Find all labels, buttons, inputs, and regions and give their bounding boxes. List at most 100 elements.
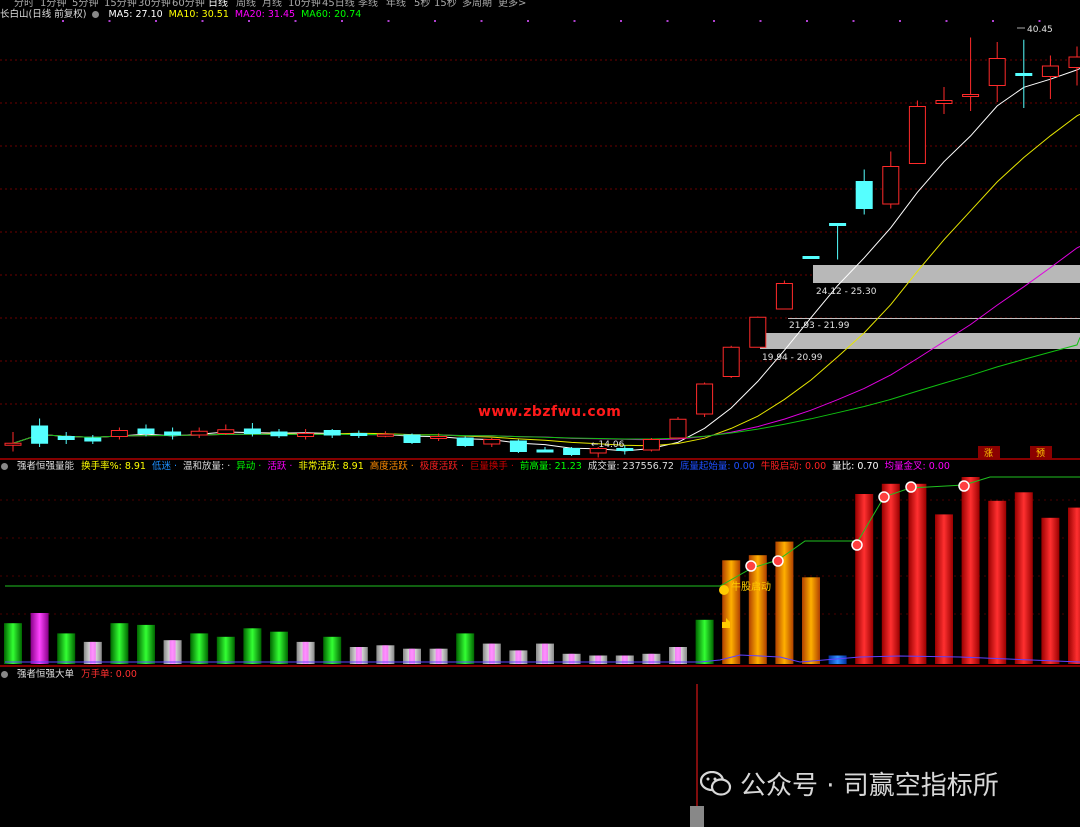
candle-body xyxy=(855,181,873,209)
volume-bar-core xyxy=(382,645,389,664)
candle-body xyxy=(456,437,474,446)
volume-bar xyxy=(110,623,129,664)
volume-bar xyxy=(1068,507,1080,664)
candle-body xyxy=(376,433,394,437)
candle-body xyxy=(802,256,820,259)
marker-dot xyxy=(434,20,436,22)
marker-dot xyxy=(713,20,715,22)
candle xyxy=(749,316,767,348)
volume-bar-core xyxy=(621,655,628,664)
volume-bar xyxy=(961,477,980,664)
signal-ball xyxy=(851,539,863,551)
volume-bar xyxy=(57,633,76,664)
candle-body xyxy=(350,433,368,436)
candle xyxy=(775,280,793,310)
candle-body xyxy=(775,283,793,310)
candle xyxy=(190,427,208,438)
candle-body xyxy=(217,429,235,434)
volume-bar xyxy=(988,500,1007,664)
candle-body xyxy=(164,431,182,436)
panel-menu-icon[interactable] xyxy=(92,11,100,18)
volume-bar-core xyxy=(488,643,495,664)
volume-field-4: 活跃 · xyxy=(267,461,293,472)
volume-bar xyxy=(243,628,262,664)
marker-dot xyxy=(527,20,529,22)
panel-menu-icon[interactable] xyxy=(1,463,8,470)
candle xyxy=(829,223,847,260)
volume-bar xyxy=(908,483,927,664)
candle xyxy=(855,169,873,215)
ma-label-1: MA10: 30.51 xyxy=(168,9,229,20)
candle-body xyxy=(31,425,49,444)
volume-bar xyxy=(456,633,475,664)
wechat-watermark: 公众号 · 司赢空指标所 xyxy=(700,766,1070,806)
marker-dot xyxy=(620,20,622,22)
candle-body xyxy=(403,434,421,443)
ma-line-3 xyxy=(12,337,1080,444)
candle xyxy=(57,432,75,444)
volume-field-9: 前高量: 21.23 xyxy=(519,461,582,472)
volume-field-13: 量比: 0.70 xyxy=(832,461,879,472)
signal-ball xyxy=(772,555,784,567)
main-panel-infobar: 长白山(日线 前复权) MA5: 27.10 MA10: 30.51 MA20: 3… xyxy=(0,8,373,22)
candle xyxy=(1068,46,1080,86)
candle-body xyxy=(509,440,527,452)
watermark-text: 公众号 · 司赢空指标所 xyxy=(740,771,999,801)
zone-label: 24.12 - 25.30 xyxy=(816,287,877,297)
candle xyxy=(509,439,527,453)
big-order-field: 万手单: 0.00 xyxy=(81,669,137,680)
volume-bar xyxy=(216,636,235,664)
volume-bar xyxy=(881,483,900,664)
marker-dot xyxy=(899,20,901,22)
candle-body xyxy=(669,418,687,439)
low-price-label: ←14.06 xyxy=(591,440,625,450)
volume-panel-title: 强者恒强量能 xyxy=(17,461,75,472)
candle-body xyxy=(137,428,155,434)
candle-body xyxy=(935,100,953,104)
marker-up: 涨 xyxy=(984,448,993,459)
site-watermark: www.zbzfwu.com xyxy=(478,404,622,420)
volume-bar-core xyxy=(595,655,602,664)
candle-body xyxy=(57,436,75,440)
volume-bar xyxy=(802,577,820,664)
marker-dot xyxy=(666,20,669,22)
marker-pre: 预 xyxy=(1036,448,1045,459)
volume-bar xyxy=(190,633,209,664)
candle-body xyxy=(722,346,740,377)
start-signal-icon xyxy=(719,585,729,595)
signal-ball xyxy=(905,481,917,493)
volume-bar-core xyxy=(302,641,309,664)
marker-dot xyxy=(387,20,390,22)
candle xyxy=(642,438,660,452)
volume-field-6: 高度活跃 · xyxy=(369,461,414,472)
candle xyxy=(722,345,740,378)
ma-label-0: MA5: 27.10 xyxy=(108,9,163,20)
resistance-zone xyxy=(788,318,1080,319)
ma-label-2: MA20: 31.45 xyxy=(234,9,296,20)
candle xyxy=(164,427,182,440)
volume-field-5: 非常活跃: 8.91 xyxy=(298,461,364,472)
marker-dot xyxy=(852,20,855,22)
marker-dot xyxy=(480,20,483,22)
volume-bar xyxy=(935,514,953,664)
signal-ball xyxy=(745,560,757,572)
panel-menu-icon[interactable] xyxy=(1,671,8,678)
candle-body xyxy=(962,94,980,97)
candle-body xyxy=(563,448,581,455)
volume-bar-core xyxy=(355,647,362,664)
candle xyxy=(536,447,554,453)
candle-body xyxy=(270,431,288,437)
high-price-label: 40.45 xyxy=(1027,25,1053,35)
candle-body xyxy=(323,430,341,436)
candle xyxy=(696,382,714,417)
big-order-title: 强者恒强大单 xyxy=(17,669,75,680)
volume-bar xyxy=(1041,517,1060,664)
big-order-bar xyxy=(690,806,704,827)
zone-label: 21.93 - 21.99 xyxy=(789,321,850,331)
volume-bar xyxy=(695,619,714,664)
candle xyxy=(84,435,102,444)
candle xyxy=(110,427,128,440)
candle-body xyxy=(882,166,900,205)
candle xyxy=(908,100,926,164)
candle xyxy=(882,151,900,209)
